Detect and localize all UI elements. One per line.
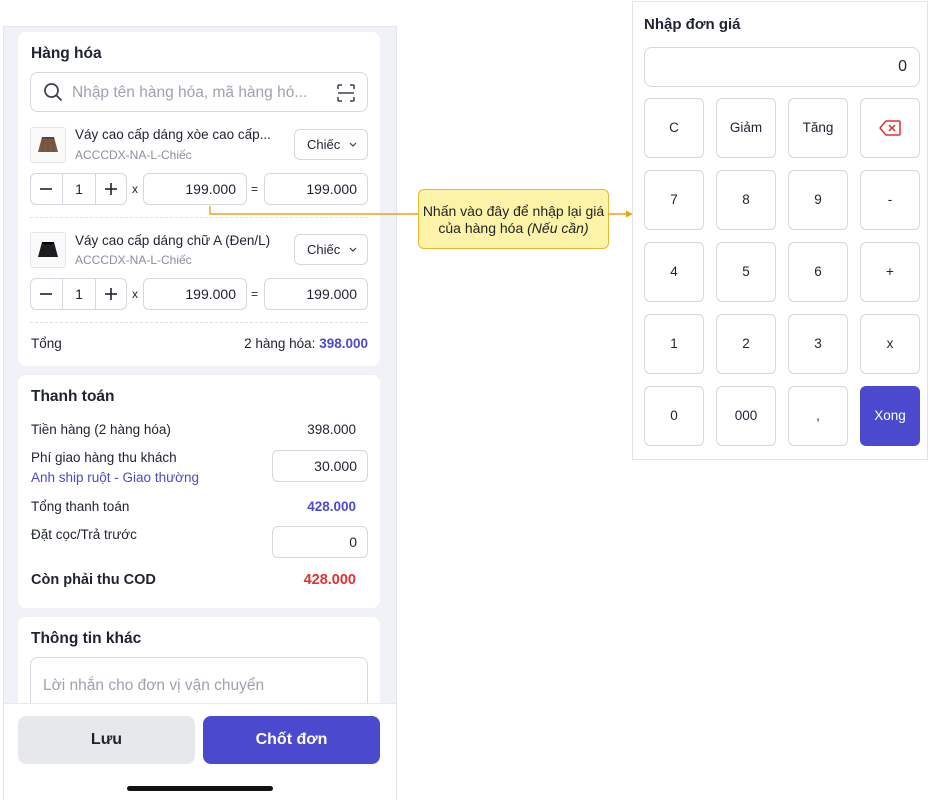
bottom-action-bar: Lưu Chốt đơn [4,703,396,800]
key-comma[interactable]: , [788,386,848,446]
key-increase[interactable]: Tăng [788,98,848,158]
deposit-label: Đặt cọc/Trả trước [31,527,137,542]
key-2[interactable]: 2 [716,314,776,374]
skirt-image [38,137,58,153]
search-placeholder: Nhập tên hàng hóa, mã hàng hó... [72,84,308,101]
grand-total-value: 428.000 [307,499,356,514]
quantity-stepper: 1 [30,173,127,205]
total-summary: 2 hàng hóa: 398.000 [244,336,368,351]
unit-price-input[interactable]: 199.000 [143,278,247,310]
total-label: Tổng [31,336,62,351]
product-thumbnail [30,127,66,163]
total-value: 398.000 [319,336,368,351]
key-decrease[interactable]: Giảm [716,98,776,158]
barcode-scan-icon[interactable] [337,84,355,102]
unit-price-input[interactable]: 199.000 [143,173,247,205]
key-9[interactable]: 9 [788,170,848,230]
key-plus[interactable]: + [860,242,920,302]
shipping-fee-input[interactable]: 30.000 [272,450,368,482]
product-sku: ACCCDX-NA-L-Chiếc [75,253,192,267]
quantity-stepper: 1 [30,278,127,310]
backspace-icon [879,120,901,136]
equals-sign: = [251,287,259,301]
key-multiply[interactable]: x [860,314,920,374]
key-0[interactable]: 0 [644,386,704,446]
price-keypad-panel: Nhập đơn giá 0 C Giảm Tăng 7 8 9 - 4 5 6… [632,1,928,460]
home-indicator [127,786,273,791]
quantity-value[interactable]: 1 [62,279,96,309]
total-count: 2 hàng hóa: [244,336,320,351]
backspace-button[interactable] [860,98,920,158]
other-info-title: Thông tin khác [31,630,142,647]
key-8[interactable]: 8 [716,170,776,230]
unit-label: Chiếc [307,242,341,257]
subtotal-label: Tiền hàng (2 hàng hóa) [31,422,171,437]
shipping-note-placeholder: Lời nhắn cho đơn vị vận chuyển [43,677,265,694]
goods-title: Hàng hóa [31,45,102,62]
product-name: Váy cao cấp dáng chữ A (Đen/L) [75,233,271,248]
callout-tooltip: Nhấn vào đây để nhập lại giá của hàng hó… [418,189,609,249]
multiply-sign: x [132,287,138,301]
line-total-input[interactable]: 199.000 [264,173,368,205]
keypad-display[interactable]: 0 [644,47,920,87]
skirt-image [38,242,58,257]
unit-label: Chiếc [307,137,341,152]
close-order-button[interactable]: Chốt đơn [203,716,380,764]
callout-line2-italic: (Nếu cần) [527,220,589,236]
key-1[interactable]: 1 [644,314,704,374]
key-minus[interactable]: - [860,170,920,230]
keypad-title: Nhập đơn giá [644,16,741,33]
payment-card: Thanh toán Tiền hàng (2 hàng hóa) 398.00… [18,375,380,608]
cod-value: 428.000 [303,572,356,588]
cod-label: Còn phải thu COD [31,572,156,588]
chevron-down-icon [349,247,357,252]
search-input[interactable]: Nhập tên hàng hóa, mã hàng hó... [30,72,368,112]
chevron-down-icon [349,142,357,147]
plus-icon[interactable] [96,279,126,309]
save-button[interactable]: Lưu [18,716,195,764]
divider [30,322,368,323]
minus-icon[interactable] [31,174,61,204]
key-4[interactable]: 4 [644,242,704,302]
key-000[interactable]: 000 [716,386,776,446]
order-screen: Hàng hóa Nhập tên hàng hóa, mã hàng hó..… [3,26,397,800]
unit-select[interactable]: Chiếc [294,234,368,265]
key-clear[interactable]: C [644,98,704,158]
callout-line1: Nhấn vào đây để nhập lại giá [422,203,605,219]
divider [30,217,368,218]
payment-title: Thanh toán [31,388,115,405]
product-sku: ACCCDX-NA-L-Chiếc [75,148,192,162]
subtotal-value: 398.000 [307,422,356,437]
shipping-fee-label: Phí giao hàng thu khách [31,450,177,465]
line-total-input[interactable]: 199.000 [264,278,368,310]
plus-icon[interactable] [96,174,126,204]
quantity-value[interactable]: 1 [62,174,96,204]
done-button[interactable]: Xong [860,386,920,446]
key-7[interactable]: 7 [644,170,704,230]
callout-line2-text: của hàng hóa [438,220,528,236]
goods-card: Hàng hóa Nhập tên hàng hóa, mã hàng hó..… [18,32,380,366]
shipping-method-link[interactable]: Anh ship ruột - Giao thường [31,470,199,485]
equals-sign: = [251,182,259,196]
key-5[interactable]: 5 [716,242,776,302]
callout-line2: của hàng hóa (Nếu cần) [419,220,608,237]
unit-select[interactable]: Chiếc [294,129,368,160]
multiply-sign: x [132,182,138,196]
key-3[interactable]: 3 [788,314,848,374]
product-thumbnail [30,232,66,268]
grand-total-label: Tổng thanh toán [31,499,130,514]
minus-icon[interactable] [31,279,61,309]
product-name: Váy cao cấp dáng xòe cao cấp... [75,127,271,142]
search-icon [44,83,62,101]
deposit-input[interactable]: 0 [272,526,368,558]
key-6[interactable]: 6 [788,242,848,302]
